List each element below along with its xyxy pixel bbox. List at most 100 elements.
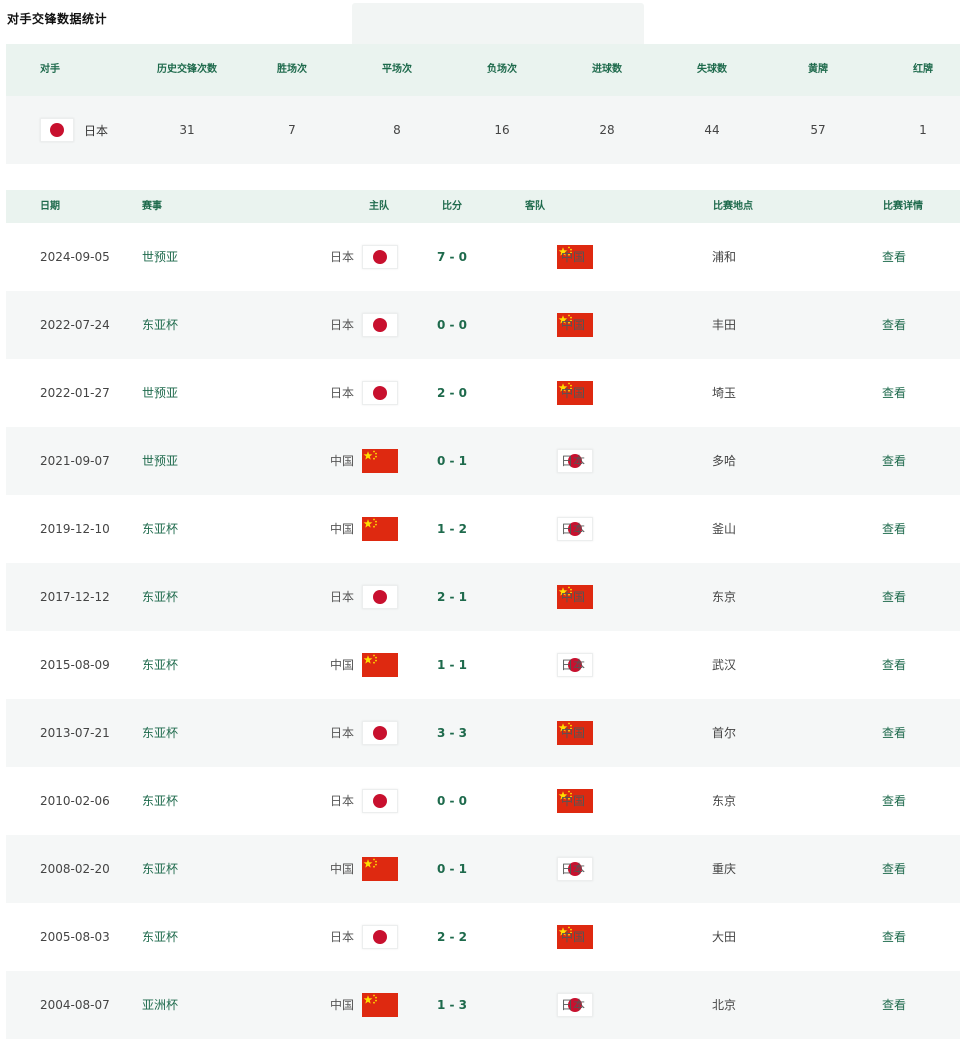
summary-draws-value: 8 [393, 123, 401, 137]
summary-yellow-cards-value: 57 [810, 123, 826, 137]
view-detail-link[interactable]: 查看 [882, 903, 906, 971]
summary-header-goals-against: 失球数 [697, 64, 727, 75]
view-detail-link[interactable]: 查看 [882, 767, 906, 835]
match-venue: 大田 [711, 930, 737, 944]
match-score: 1 - 3 [436, 998, 468, 1012]
summary-header-losses: 负场次 [487, 64, 517, 75]
match-history-table: 日期 赛事 主队 比分 客队 比赛地点 比赛详情 2024-09-05 世预亚 … [6, 190, 960, 1039]
japan-flag-icon [362, 313, 398, 337]
view-detail-link[interactable]: 查看 [882, 699, 906, 767]
table-row: 2005-08-03 东亚杯 日本 2 - 2 中国 大田 查看 [6, 903, 960, 971]
japan-flag-icon [362, 381, 398, 405]
match-venue: 东京 [711, 794, 737, 808]
summary-header-yellow-cards: 黄牌 [808, 64, 828, 75]
home-team-name: 日本 [329, 318, 354, 332]
match-score: 1 - 1 [436, 658, 468, 672]
match-date: 2022-01-27 [40, 386, 110, 400]
table-row: 2022-01-27 世预亚 日本 2 - 0 中国 埼玉 查看 [6, 359, 960, 427]
away-team-name: 中国 [561, 386, 586, 400]
match-competition: 亚洲杯 [142, 998, 179, 1012]
view-detail-link[interactable]: 查看 [882, 495, 906, 563]
table-row: 2013-07-21 东亚杯 日本 3 - 3 中国 首尔 查看 [6, 699, 960, 767]
match-score: 7 - 0 [436, 250, 468, 264]
table-row: 2004-08-07 亚洲杯 中国 1 - 3 日本 北京 查看 [6, 971, 960, 1039]
japan-flag-icon [40, 118, 74, 142]
match-competition: 东亚杯 [142, 318, 179, 332]
table-row: 2022-07-24 东亚杯 日本 0 - 0 中国 丰田 查看 [6, 291, 960, 359]
summary-header-red-cards: 红牌 [913, 64, 933, 75]
match-date: 2005-08-03 [40, 930, 110, 944]
header-competition: 赛事 [142, 201, 162, 212]
match-competition: 东亚杯 [142, 862, 179, 876]
view-detail-link[interactable]: 查看 [882, 563, 906, 631]
table-row: 2008-02-20 东亚杯 中国 0 - 1 日本 重庆 查看 [6, 835, 960, 903]
match-competition: 东亚杯 [142, 590, 179, 604]
match-venue: 多哈 [711, 454, 737, 468]
match-date: 2017-12-12 [40, 590, 110, 604]
summary-header-opponent: 对手 [40, 64, 60, 75]
match-date: 2008-02-20 [40, 862, 110, 876]
match-competition: 东亚杯 [142, 726, 179, 740]
china-flag-icon [362, 449, 398, 473]
home-team-name: 日本 [329, 726, 354, 740]
view-detail-link[interactable]: 查看 [882, 971, 906, 1039]
table-row: 2024-09-05 世预亚 日本 7 - 0 中国 浦和 查看 [6, 223, 960, 291]
away-team-name: 日本 [561, 862, 586, 876]
match-venue: 重庆 [711, 862, 737, 876]
away-team-name: 中国 [561, 794, 586, 808]
away-team-name: 中国 [561, 590, 586, 604]
header-date: 日期 [40, 201, 60, 212]
china-flag-icon [362, 517, 398, 541]
away-team-name: 日本 [561, 658, 586, 672]
view-detail-link[interactable]: 查看 [882, 427, 906, 495]
summary-matches-value: 31 [179, 123, 195, 137]
match-competition: 世预亚 [142, 454, 179, 468]
away-team-name: 中国 [561, 930, 586, 944]
view-detail-link[interactable]: 查看 [882, 359, 906, 427]
home-team-name: 中国 [329, 998, 354, 1012]
view-detail-link[interactable]: 查看 [882, 835, 906, 903]
home-team-name: 日本 [329, 386, 354, 400]
match-date: 2019-12-10 [40, 522, 110, 536]
match-date: 2010-02-06 [40, 794, 110, 808]
table-row: 2019-12-10 东亚杯 中国 1 - 2 日本 釜山 查看 [6, 495, 960, 563]
japan-flag-icon [362, 789, 398, 813]
summary-header-wins: 胜场次 [277, 64, 307, 75]
away-team-name: 日本 [561, 522, 586, 536]
summary-header-goals-for: 进球数 [592, 64, 622, 75]
header-away-team: 客队 [525, 201, 545, 212]
match-score: 2 - 0 [436, 386, 468, 400]
header-score: 比分 [442, 201, 462, 212]
view-detail-link[interactable]: 查看 [882, 631, 906, 699]
away-team-name: 中国 [561, 318, 586, 332]
header-home-team: 主队 [369, 201, 389, 212]
summary-losses-value: 16 [494, 123, 510, 137]
home-team-name: 中国 [329, 658, 354, 672]
match-header-row: 日期 赛事 主队 比分 客队 比赛地点 比赛详情 [6, 190, 960, 223]
summary-goals-for-value: 28 [599, 123, 615, 137]
table-row: 2010-02-06 东亚杯 日本 0 - 0 中国 东京 查看 [6, 767, 960, 835]
summary-wins-value: 7 [288, 123, 296, 137]
match-venue: 东京 [711, 590, 737, 604]
summary-table: 对手 历史交锋次数 胜场次 平场次 负场次 进球数 失球数 黄牌 红牌 日本 3… [6, 44, 960, 164]
japan-flag-icon [362, 245, 398, 269]
match-competition: 世预亚 [142, 250, 179, 264]
home-team-name: 日本 [329, 250, 354, 264]
away-team-name: 中国 [561, 250, 586, 264]
match-competition: 东亚杯 [142, 658, 179, 672]
summary-header-matches: 历史交锋次数 [157, 64, 217, 75]
match-date: 2022-07-24 [40, 318, 110, 332]
view-detail-link[interactable]: 查看 [882, 223, 906, 291]
summary-goals-against-value: 44 [704, 123, 720, 137]
match-competition: 东亚杯 [142, 522, 179, 536]
view-detail-link[interactable]: 查看 [882, 291, 906, 359]
page-title: 对手交锋数据统计 [7, 12, 108, 26]
away-team-name: 日本 [561, 454, 586, 468]
summary-opponent: 日本 [40, 113, 108, 147]
home-team-name: 日本 [329, 590, 354, 604]
summary-header-row: 对手 历史交锋次数 胜场次 平场次 负场次 进球数 失球数 黄牌 红牌 [6, 44, 960, 96]
match-date: 2021-09-07 [40, 454, 110, 468]
match-date: 2004-08-07 [40, 998, 110, 1012]
summary-data-row: 日本 31 7 8 16 28 44 57 1 [6, 96, 960, 164]
japan-flag-icon [362, 721, 398, 745]
